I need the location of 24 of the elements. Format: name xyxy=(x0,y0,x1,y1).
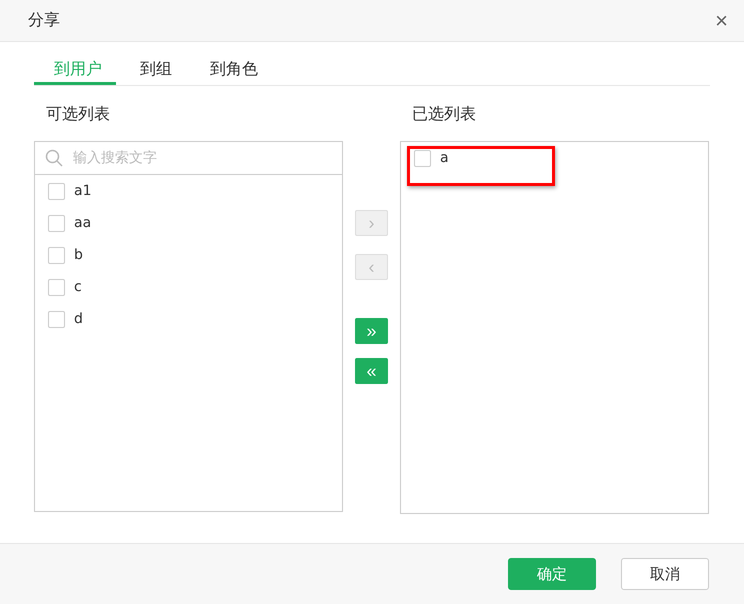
checkbox[interactable] xyxy=(48,278,65,296)
checkbox[interactable] xyxy=(48,214,65,232)
cancel-button[interactable]: 取消 xyxy=(621,558,709,590)
checkbox[interactable] xyxy=(48,182,65,200)
transfer-button[interactable]: » xyxy=(355,318,388,344)
tab[interactable]: 到组 xyxy=(126,54,186,85)
list-item-label: a xyxy=(440,150,449,166)
list-title: 可选列表 xyxy=(46,104,111,125)
checkbox[interactable] xyxy=(414,150,431,166)
tab[interactable]: 到角色 xyxy=(196,54,272,85)
checkbox[interactable] xyxy=(48,246,65,264)
search-icon xyxy=(45,149,63,167)
list-title: 已选列表 xyxy=(412,104,477,125)
list-item-label: aa xyxy=(74,215,92,231)
list-item-label: d xyxy=(74,311,83,327)
checkbox[interactable] xyxy=(48,310,65,328)
dialog-title: 分享 xyxy=(28,10,60,31)
list-item-label: b xyxy=(74,247,83,263)
tab[interactable]: 到用户 xyxy=(34,54,116,85)
list-item-label: c xyxy=(74,279,82,295)
confirm-button[interactable]: 确定 xyxy=(508,558,596,590)
transfer-button[interactable]: « xyxy=(355,358,388,384)
close-button[interactable]: × xyxy=(711,10,732,32)
list-item-label: a1 xyxy=(74,183,92,199)
